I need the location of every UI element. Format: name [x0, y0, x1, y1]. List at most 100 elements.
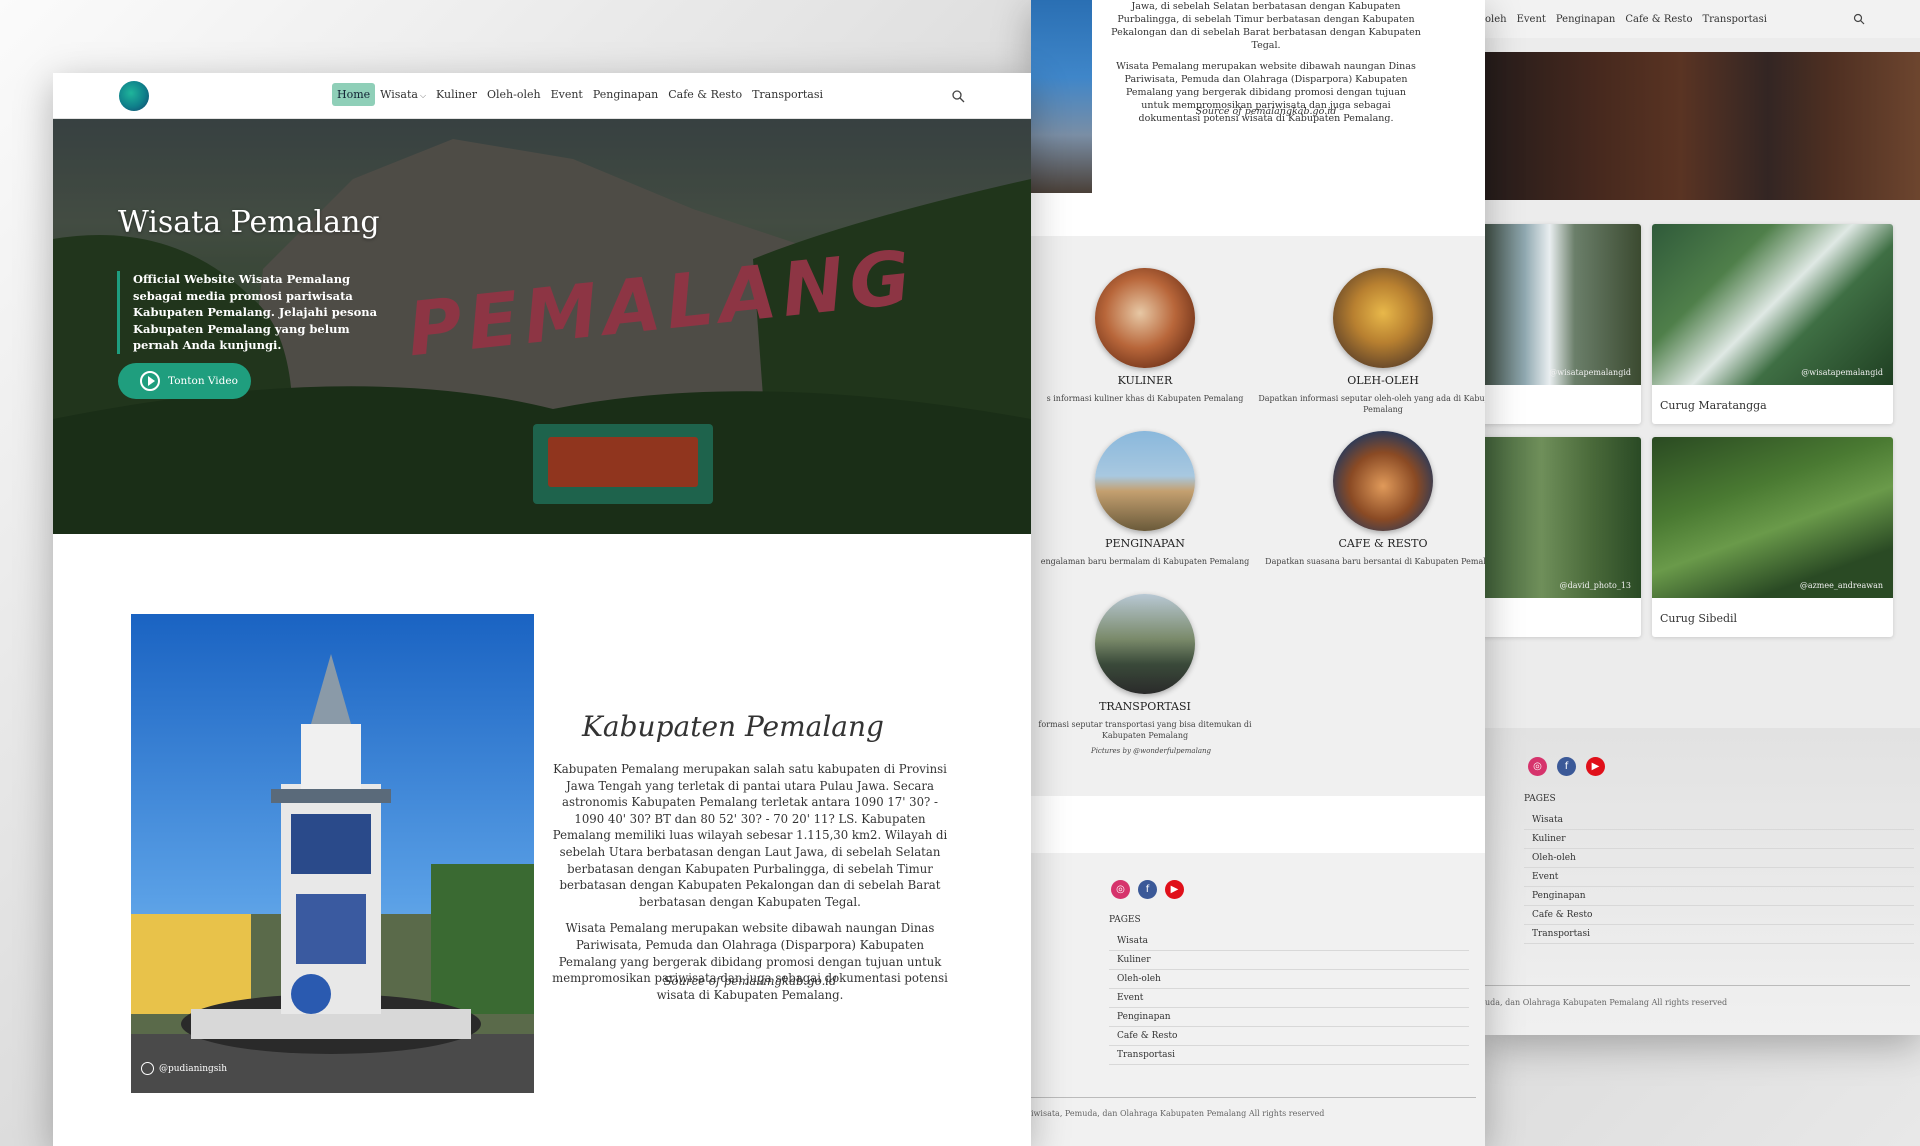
- category-oleh-oleh[interactable]: OLEH-OLEH Dapatkan informasi seputar ole…: [1258, 268, 1485, 415]
- kuliner-image: [1095, 268, 1195, 368]
- category-penginapan[interactable]: PENGINAPAN engalaman baru bermalam di Ka…: [1031, 431, 1270, 567]
- source-text: Source of pemalangkab.go.id: [1195, 106, 1337, 117]
- destination-card[interactable]: @david_photo_13: [1485, 437, 1641, 637]
- right-nav-item[interactable]: Transportasi: [1702, 14, 1767, 25]
- right-page-preview: oleh Event Penginapan Cafe & Resto Trans…: [1485, 0, 1920, 1035]
- right-nav-item[interactable]: Penginapan: [1556, 14, 1615, 25]
- category-description: engalaman baru bermalam di Kabupaten Pem…: [1040, 557, 1250, 566]
- youtube-icon[interactable]: ▶: [1165, 880, 1184, 899]
- category-cafe-resto[interactable]: CAFE & RESTO Dapatkan suasana baru bersa…: [1258, 431, 1485, 567]
- footer-pages-list: Wisata Kuliner Oleh-oleh Event Penginapa…: [1524, 811, 1914, 944]
- facebook-icon[interactable]: f: [1557, 757, 1576, 776]
- hero-title: Wisata Pemalang: [118, 205, 380, 240]
- hero-description: Official Website Wisata Pemalang sebagai…: [117, 271, 387, 354]
- tugu-illustration: [131, 614, 534, 1093]
- right-nav-item[interactable]: oleh: [1485, 14, 1507, 25]
- footer-page-link[interactable]: Cafe & Resto: [1524, 906, 1914, 925]
- footer-page-link[interactable]: Cafe & Resto: [1109, 1027, 1469, 1046]
- source-text: Source of pemalangkab.go.id: [663, 974, 837, 988]
- penginapan-image: [1095, 431, 1195, 531]
- card-title: Curug Maratangga: [1660, 399, 1767, 412]
- section-title: Kabupaten Pemalang: [582, 710, 884, 743]
- chevron-down-icon: ⌵: [419, 91, 427, 100]
- nav-item-label: Wisata: [380, 88, 418, 101]
- main-page-preview: Home Wisata ⌵ Kuliner Oleh-oleh Event Pen…: [53, 73, 1031, 1146]
- play-icon: [140, 371, 160, 391]
- category-label: KULINER: [1117, 374, 1173, 387]
- footer-page-link[interactable]: Oleh-oleh: [1109, 970, 1469, 989]
- social-links: ◎ f ▶: [1528, 757, 1605, 776]
- footer-page-link[interactable]: Kuliner: [1109, 951, 1469, 970]
- category-label: PENGINAPAN: [1105, 537, 1185, 550]
- destination-card[interactable]: @wisatapemalangid: [1485, 224, 1641, 424]
- footer-page-link[interactable]: Penginapan: [1109, 1008, 1469, 1027]
- right-nav-item[interactable]: Cafe & Resto: [1625, 14, 1692, 25]
- destination-card[interactable]: @wisatapemalangid Curug Maratangga: [1652, 224, 1893, 424]
- waterfall-image: [1652, 437, 1893, 598]
- search-icon[interactable]: [1853, 13, 1865, 25]
- category-description: Dapatkan informasi seputar oleh-oleh yan…: [1258, 394, 1485, 414]
- tugu-photo-partial: [1031, 0, 1092, 193]
- category-kuliner[interactable]: KULINER s informasi kuliner khas di Kabu…: [1031, 268, 1270, 404]
- card-title: Curug Sibedil: [1660, 612, 1738, 625]
- footer-page-link[interactable]: Kuliner: [1524, 830, 1914, 849]
- footer-page-link[interactable]: Wisata: [1524, 811, 1914, 830]
- nav-item-event[interactable]: Event: [546, 83, 588, 106]
- waterfall-image: [1485, 224, 1641, 385]
- instagram-icon[interactable]: ◎: [1111, 880, 1130, 899]
- destination-card[interactable]: @azmee_andreawan Curug Sibedil: [1652, 437, 1893, 637]
- footer-page-link[interactable]: Event: [1524, 868, 1914, 887]
- nav-item-wisata[interactable]: Wisata ⌵: [375, 83, 431, 106]
- photo-credit: @david_photo_13: [1559, 581, 1631, 590]
- nav-item-transportasi[interactable]: Transportasi: [747, 83, 828, 106]
- photo-credit: @pudianingsih: [141, 1062, 227, 1075]
- right-hero-image: [1485, 52, 1920, 200]
- footer-page-link[interactable]: Wisata: [1109, 932, 1469, 951]
- waterfall-image: [1652, 224, 1893, 385]
- pages-heading: PAGES: [1524, 794, 1556, 804]
- category-label: OLEH-OLEH: [1347, 374, 1419, 387]
- social-links: ◎ f ▶: [1111, 880, 1184, 899]
- instagram-icon[interactable]: ◎: [1528, 757, 1547, 776]
- category-label: TRANSPORTASI: [1099, 700, 1191, 713]
- footer-page-link[interactable]: Transportasi: [1524, 925, 1914, 944]
- photo-credit-text: @pudianingsih: [159, 1063, 228, 1074]
- right-nav-item[interactable]: Event: [1517, 14, 1546, 25]
- footer-page-link[interactable]: Penginapan: [1524, 887, 1914, 906]
- facebook-icon[interactable]: f: [1138, 880, 1157, 899]
- watch-video-button[interactable]: Tonton Video: [118, 363, 251, 399]
- youtube-icon[interactable]: ▶: [1586, 757, 1605, 776]
- oleh-oleh-image: [1333, 268, 1433, 368]
- footer-page-link[interactable]: Event: [1109, 989, 1469, 1008]
- pictures-credit: Pictures by @wonderfulpemalang: [1090, 747, 1211, 755]
- about-paragraph: Wisata Pemalang merupakan website dibawa…: [552, 921, 948, 1002]
- nav-item-penginapan[interactable]: Penginapan: [588, 83, 663, 106]
- footer-page-link[interactable]: Transportasi: [1109, 1046, 1469, 1065]
- footer-pages-list: Wisata Kuliner Oleh-oleh Event Penginapa…: [1109, 932, 1469, 1065]
- category-description: formasi seputar transportasi yang bisa d…: [1038, 720, 1252, 740]
- hero-section: PEMALANG Wisata Pemalang Official Websit…: [53, 119, 1031, 534]
- site-logo[interactable]: [119, 81, 149, 111]
- nav-item-cafe-resto[interactable]: Cafe & Resto: [663, 83, 747, 106]
- tugu-photo: [131, 614, 534, 1093]
- transportasi-image: [1095, 594, 1195, 694]
- search-icon[interactable]: [951, 89, 965, 103]
- category-transportasi[interactable]: TRANSPORTASI formasi seputar transportas…: [1031, 594, 1270, 741]
- footer-divider: [1485, 985, 1910, 986]
- category-description: Dapatkan suasana baru bersantai di Kabup…: [1265, 557, 1485, 566]
- navbar: Home Wisata ⌵ Kuliner Oleh-oleh Event Pen…: [53, 73, 1031, 119]
- footer-divider: [1031, 1097, 1476, 1098]
- copyright-text: iwisata, Pemuda, dan Olahraga Kabupaten …: [1031, 1109, 1325, 1118]
- instagram-icon: [141, 1062, 154, 1075]
- category-label: CAFE & RESTO: [1338, 537, 1428, 550]
- photo-credit: @azmee_andreawan: [1799, 581, 1883, 590]
- nav-item-kuliner[interactable]: Kuliner: [431, 83, 482, 106]
- right-footer: ◎ f ▶ PAGES Wisata Kuliner Oleh-oleh Eve…: [1485, 728, 1920, 1035]
- copyright-text: uda, dan Olahraga Kabupaten Pemalang All…: [1485, 998, 1728, 1007]
- watch-video-label: Tonton Video: [168, 375, 238, 387]
- nav-item-home[interactable]: Home: [332, 83, 376, 106]
- footer-page-link[interactable]: Oleh-oleh: [1524, 849, 1914, 868]
- nav-item-oleh-oleh[interactable]: Oleh-oleh: [482, 83, 546, 106]
- photo-credit: @wisatapemalangid: [1801, 368, 1883, 377]
- intro-paragraph: Jawa, di sebelah Selatan berbatasan deng…: [1111, 1, 1421, 51]
